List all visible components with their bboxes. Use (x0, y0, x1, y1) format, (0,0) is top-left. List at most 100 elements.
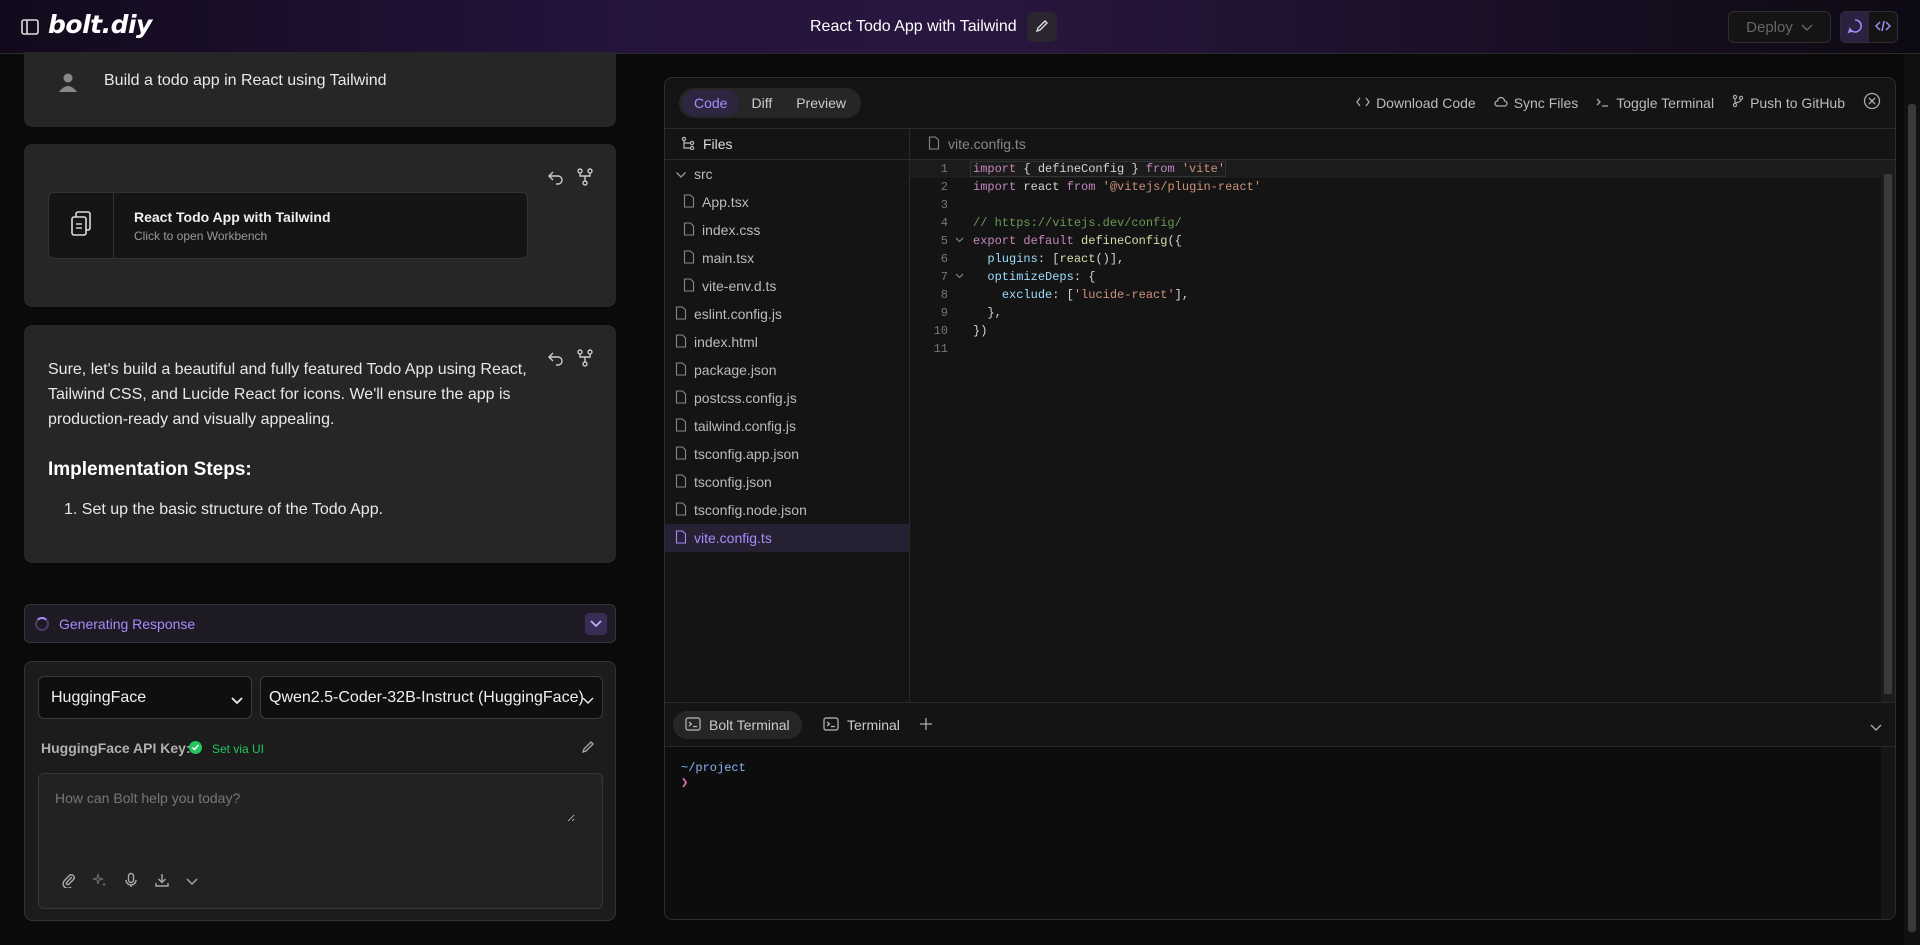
file-row[interactable]: index.css (665, 216, 909, 244)
code-line[interactable]: 7 optimizeDeps: { (910, 268, 1881, 286)
chevron-down-icon[interactable] (1869, 720, 1883, 736)
line-number: 10 (933, 324, 948, 338)
sync-files-button[interactable]: Sync Files (1494, 95, 1578, 111)
line-number: 1 (940, 162, 948, 176)
artifact-open-workbench[interactable]: React Todo App with Tailwind Click to op… (48, 192, 528, 259)
terminal-scrollbar[interactable] (1881, 747, 1895, 919)
file-row[interactable]: vite.config.ts (665, 524, 909, 552)
collapse-button[interactable] (585, 613, 607, 635)
prompt-input[interactable] (55, 790, 575, 822)
line-number: 11 (933, 342, 948, 356)
paperclip-icon[interactable] (61, 872, 77, 891)
page-scrollbar-thumb[interactable] (1908, 104, 1916, 932)
file-name: tsconfig.node.json (694, 502, 807, 518)
microphone-icon[interactable] (123, 872, 139, 891)
close-icon[interactable] (1863, 92, 1881, 113)
artifact-text: React Todo App with Tailwind Click to op… (114, 193, 351, 258)
assistant-paragraph: Sure, let's build a beautiful and fully … (48, 361, 527, 428)
tab-bolt-terminal[interactable]: Bolt Terminal (673, 711, 802, 739)
undo-icon[interactable] (546, 349, 564, 370)
code-line[interactable]: 2 import react from '@vitejs/plugin-react… (910, 178, 1881, 196)
file-row[interactable]: vite-env.d.ts (665, 272, 909, 300)
model-select[interactable]: Qwen2.5-Coder-32B-Instruct (HuggingFace) (260, 676, 603, 719)
code-text: exclude: ['lucide-react'], (1001, 288, 1190, 302)
edit-title-button[interactable] (1027, 12, 1057, 42)
file-row[interactable]: index.html (665, 328, 909, 356)
toggle-terminal-button[interactable]: Toggle Terminal (1596, 95, 1714, 111)
terminal-icon (823, 716, 839, 734)
file-name: index.html (694, 334, 758, 350)
message-actions (546, 168, 594, 189)
file-row[interactable]: tsconfig.app.json (665, 440, 909, 468)
push-to-github-button[interactable]: Push to GitHub (1732, 94, 1845, 111)
chat-input-panel: HuggingFace Qwen2.5-Coder-32B-Instruct (… (24, 661, 616, 921)
sidebar-toggle-icon[interactable] (20, 17, 40, 37)
file-row[interactable]: postcss.config.js (665, 384, 909, 412)
file-name: tsconfig.app.json (694, 446, 800, 462)
code-view-button[interactable] (1869, 12, 1897, 42)
code-editor[interactable]: 1 import { defineConfig } from 'vite' 2 imp… (910, 160, 1881, 702)
files-icon (69, 210, 93, 241)
tab-terminal[interactable]: Terminal (811, 711, 912, 739)
code-line[interactable]: 10}) (910, 322, 1881, 340)
cloud-icon (1494, 95, 1508, 111)
code-line[interactable]: 5 export default defineConfig({ (910, 232, 1881, 250)
tab-diff[interactable]: Diff (739, 90, 784, 116)
line-number: 8 (940, 288, 948, 302)
file-row[interactable]: main.tsx (665, 244, 909, 272)
file-name: index.css (702, 222, 761, 238)
editor-scrollbar-thumb[interactable] (1884, 174, 1892, 694)
plus-icon[interactable] (919, 717, 933, 734)
tab-preview[interactable]: Preview (784, 90, 858, 116)
line-number: 7 (940, 270, 948, 284)
spinner-icon (35, 617, 49, 631)
code-line[interactable]: 11 (910, 340, 1881, 358)
code-line[interactable]: 4 // https://vitejs.dev/config/ (910, 214, 1881, 232)
file-row[interactable]: tsconfig.json (665, 468, 909, 496)
file-row[interactable]: eslint.config.js (665, 300, 909, 328)
file-icon (675, 417, 687, 435)
sparkles-icon[interactable] (92, 872, 108, 891)
editor-scrollbar[interactable] (1881, 160, 1895, 702)
code-line[interactable]: 9 }, (910, 304, 1881, 322)
provider-select[interactable]: HuggingFace (38, 676, 252, 719)
undo-icon[interactable] (546, 168, 564, 189)
file-row[interactable]: tailwind.config.js (665, 412, 909, 440)
deploy-button[interactable]: Deploy (1728, 11, 1831, 43)
file-row[interactable]: tsconfig.node.json (665, 496, 909, 524)
artifact-icon-container (49, 193, 114, 258)
check-circle-icon (189, 741, 202, 754)
model-value: Qwen2.5-Coder-32B-Instruct (HuggingFace) (269, 689, 584, 706)
chevron-down-icon[interactable] (185, 874, 199, 890)
fork-icon[interactable] (576, 168, 594, 189)
assistant-heading: Implementation Steps: (48, 459, 252, 480)
code-line[interactable]: 6 plugins: [react()], (910, 250, 1881, 268)
open-file-name[interactable]: vite.config.ts (948, 136, 1026, 152)
view-toggle (1840, 11, 1898, 43)
page-scrollbar[interactable] (1904, 54, 1920, 945)
file-row[interactable]: package.json (665, 356, 909, 384)
code-line[interactable]: 8 exclude: ['lucide-react'], (910, 286, 1881, 304)
download-icon[interactable] (154, 872, 170, 891)
code-line[interactable]: 3 (910, 196, 1881, 214)
user-avatar-icon (58, 72, 78, 92)
assistant-artifact-card: React Todo App with Tailwind Click to op… (24, 144, 616, 307)
tab-code[interactable]: Code (682, 90, 740, 116)
fold-chevron-icon[interactable] (948, 272, 970, 283)
terminal-prompt: ❯ (681, 776, 689, 790)
line-number: 9 (940, 306, 948, 320)
artifact-subtitle: Click to open Workbench (134, 229, 268, 243)
fold-chevron-icon[interactable] (948, 236, 970, 247)
terminal-output[interactable]: ~/project ❯ (665, 747, 1895, 919)
file-name: tailwind.config.js (694, 418, 796, 434)
fork-icon[interactable] (576, 349, 594, 370)
logo[interactable]: bolt.diy (48, 10, 152, 39)
pencil-icon[interactable] (581, 740, 595, 757)
code-line[interactable]: 1 import { defineConfig } from 'vite' (910, 160, 1881, 178)
download-code-button[interactable]: Download Code (1356, 95, 1476, 111)
file-icon (675, 473, 687, 491)
folder-row[interactable]: src (665, 160, 909, 188)
file-icon (683, 277, 695, 295)
file-row[interactable]: App.tsx (665, 188, 909, 216)
chat-view-button[interactable] (1841, 12, 1869, 42)
